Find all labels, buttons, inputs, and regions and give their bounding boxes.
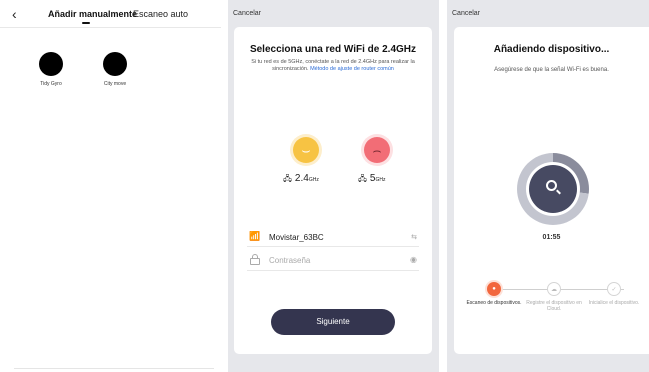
cancel-link[interactable]: Cancelar: [233, 10, 261, 17]
device-item-city-move[interactable]: City move: [85, 52, 145, 87]
step-initialize: ✓ Inicialice el dispositivo.: [584, 282, 644, 306]
band-value: 2.4: [294, 173, 309, 184]
router-icon: 🖧: [283, 174, 292, 183]
wifi-card: Selecciona una red WiFi de 2.4GHz Si tu …: [234, 27, 432, 354]
tab-bar: ‹ Añadir manualmente Escaneo auto: [0, 0, 221, 28]
add-device-panel: ‹ Añadir manualmente Escaneo auto Tidy G…: [0, 0, 221, 372]
tab-auto-scan[interactable]: Escaneo auto: [133, 9, 188, 19]
active-tab-indicator: [82, 22, 90, 24]
tab-manual-add[interactable]: Añadir manualmente: [48, 9, 137, 19]
scan-step-icon: ●: [487, 282, 501, 296]
wifi-description: Si tu red es de 5GHz, conéctate a la red…: [244, 59, 422, 73]
wifi-network-field[interactable]: 📶 Movistar_63BC ⇆: [247, 229, 419, 247]
step-label: Registre el dispositivo en Cloud.: [526, 300, 582, 312]
step-label: Escaneo de dispositivos.: [466, 300, 522, 306]
password-field[interactable]: Contraseña ◉: [247, 253, 419, 271]
cancel-link[interactable]: Cancelar: [452, 10, 480, 17]
wifi-hint: Asegúrese de que la señal Wi-Fi es buena…: [494, 67, 609, 73]
cloud-step-icon: ☁: [547, 282, 561, 296]
back-chevron-icon[interactable]: ‹: [12, 6, 17, 22]
search-button-circle: [529, 165, 577, 213]
router-guide-link[interactable]: Método de ajuste de router común: [310, 66, 394, 72]
device-image: [39, 52, 63, 76]
step-label: Inicialice el dispositivo.: [588, 300, 640, 306]
eye-icon[interactable]: ◉: [410, 255, 417, 264]
progress-ring: [517, 153, 589, 225]
router-icon: 🖧: [358, 174, 367, 183]
next-button[interactable]: Siguiente: [271, 309, 395, 335]
device-image: [103, 52, 127, 76]
adding-device-panel: Cancelar Añadiendo dispositivo... Asegúr…: [447, 0, 649, 372]
band-unit: GHz: [375, 177, 386, 183]
device-name: City move: [103, 81, 127, 87]
countdown-timer: 01:55: [542, 234, 561, 241]
smile-icon: ⌣: [293, 137, 319, 163]
password-placeholder: Contraseña: [269, 256, 311, 265]
wifi-icon: 📶: [249, 231, 261, 241]
divider: [14, 368, 214, 369]
step-scan: ● Escaneo de dispositivos.: [464, 282, 524, 306]
device-item-tidy-gyro[interactable]: Tidy Gyro: [21, 52, 81, 87]
frown-icon: ⌢: [364, 137, 390, 163]
lock-icon: [250, 254, 260, 265]
step-register: ☁ Registre el dispositivo en Cloud.: [524, 282, 584, 312]
band-24ghz: 🖧 2.4GHz: [283, 173, 319, 187]
wifi-name: Movistar_63BC: [269, 233, 324, 242]
page-title: Añadiendo dispositivo...: [493, 44, 610, 55]
device-name: Tidy Gyro: [40, 81, 62, 87]
search-icon: [546, 180, 557, 191]
progress-card: Añadiendo dispositivo... Asegúrese de qu…: [454, 27, 649, 354]
wifi-select-panel: Cancelar Selecciona una red WiFi de 2.4G…: [228, 0, 439, 372]
screenshot-root: ‹ Añadir manualmente Escaneo auto Tidy G…: [0, 0, 649, 372]
band-unit: GHz: [308, 177, 319, 183]
check-step-icon: ✓: [607, 282, 621, 296]
switch-network-icon[interactable]: ⇆: [411, 233, 417, 241]
band-5ghz: 🖧 5GHz: [358, 173, 385, 187]
page-title: Selecciona una red WiFi de 2.4GHz: [249, 44, 417, 55]
